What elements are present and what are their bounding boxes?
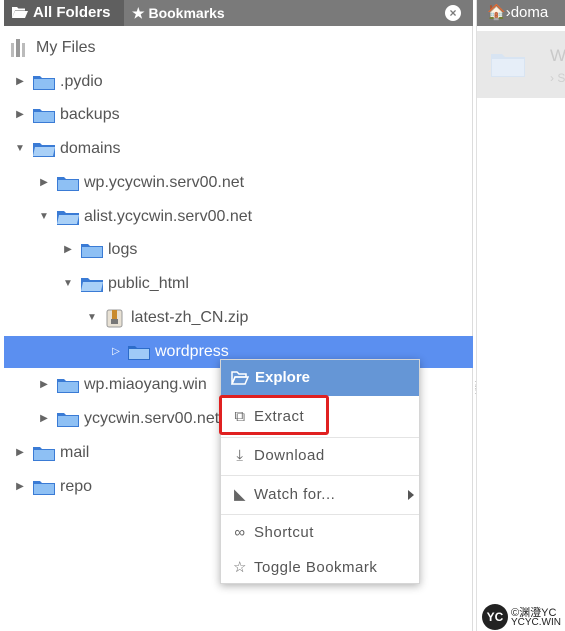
folder-icon bbox=[33, 481, 55, 495]
breadcrumb-item[interactable]: doma bbox=[511, 4, 549, 21]
context-menu-explore[interactable]: Explore bbox=[221, 360, 419, 396]
tab-bookmarks-label: Bookmarks bbox=[148, 5, 225, 21]
context-menu-toggle-bookmark[interactable]: ☆ Toggle Bookmark bbox=[221, 551, 419, 585]
caret-right-icon[interactable]: ▶ bbox=[14, 437, 26, 469]
folder-header-subtitle: › S bbox=[550, 71, 565, 85]
tree-item-label: .pydio bbox=[60, 73, 103, 90]
folder-open-icon bbox=[81, 278, 103, 292]
folder-open-icon bbox=[12, 7, 28, 18]
link-icon: ∞ bbox=[234, 524, 246, 541]
folder-icon bbox=[57, 177, 79, 191]
tab-all-folders[interactable]: All Folders bbox=[4, 0, 124, 26]
tree-item-label: alist.ycycwin.serv00.net bbox=[84, 208, 253, 225]
tree-item-label: mail bbox=[60, 444, 90, 461]
tree-item-label: My Files bbox=[36, 39, 96, 56]
tree-item-label: backups bbox=[60, 106, 120, 123]
caret-down-icon[interactable]: ▼ bbox=[38, 201, 50, 233]
tree-item-label: public_html bbox=[108, 275, 189, 292]
archive-icon bbox=[106, 309, 123, 328]
caret-right-icon[interactable]: ▶ bbox=[38, 403, 50, 435]
tree-item-label: latest-zh_CN.zip bbox=[131, 309, 249, 326]
caret-right-icon[interactable]: ▶ bbox=[62, 234, 74, 266]
tree-item-label: repo bbox=[60, 478, 93, 495]
caret-right-icon[interactable]: ▶ bbox=[38, 167, 50, 199]
menu-divider bbox=[221, 475, 419, 476]
download-icon: ⤓ bbox=[236, 447, 244, 464]
caret-right-icon[interactable]: ▶ bbox=[14, 66, 26, 98]
panel-tab-bar: All Folders ★ Bookmarks × bbox=[4, 0, 473, 26]
tree-item-label: wp.ycycwin.serv00.net bbox=[84, 174, 245, 191]
breadcrumb: 🏠›doma bbox=[477, 0, 565, 26]
tree-item-label: ycycwin.serv00.net bbox=[84, 410, 220, 427]
tree-item-logs[interactable]: ▶ logs bbox=[4, 234, 473, 266]
file-list-panel: 🏠›doma W › S bbox=[476, 0, 565, 631]
context-menu: Explore ⧉ Extract ⤓ Download ◣ Watch for...… bbox=[220, 359, 420, 584]
context-menu-watch[interactable]: ◣ Watch for... bbox=[221, 478, 419, 512]
folder-icon bbox=[33, 109, 55, 123]
context-menu-header-label: Explore bbox=[255, 369, 311, 386]
caret-right-icon[interactable]: ▶ bbox=[38, 369, 50, 401]
submenu-arrow-icon bbox=[408, 490, 414, 500]
tree-item-my-files[interactable]: My Files bbox=[4, 32, 473, 64]
folder-icon bbox=[81, 244, 103, 258]
star-outline-icon: ☆ bbox=[233, 559, 247, 576]
folder-icon bbox=[57, 413, 79, 427]
tree-item-public-html[interactable]: ▼ public_html bbox=[4, 268, 473, 300]
rss-icon: ◣ bbox=[233, 486, 247, 503]
folder-icon bbox=[57, 379, 79, 393]
tree-item-label: wordpress bbox=[155, 343, 229, 360]
menu-item-label: Watch for... bbox=[254, 486, 336, 503]
tree-item-label: wp.miaoyang.win bbox=[84, 376, 207, 393]
tree-item-label: logs bbox=[108, 241, 138, 258]
folder-icon bbox=[128, 346, 150, 360]
folder-open-icon bbox=[230, 371, 250, 385]
tree-item-label: domains bbox=[60, 140, 121, 157]
folder-icon bbox=[33, 76, 55, 90]
caret-right-icon[interactable]: ▶ bbox=[14, 471, 26, 503]
watermark-logo: YC bbox=[482, 604, 508, 630]
tree-item-pydio[interactable]: ▶ .pydio bbox=[4, 66, 473, 98]
menu-divider bbox=[221, 437, 419, 438]
caret-down-icon[interactable]: ▼ bbox=[62, 268, 74, 300]
storage-icon bbox=[11, 39, 25, 57]
tree-item-wp-ycycwin[interactable]: ▶ wp.ycycwin.serv00.net bbox=[4, 167, 473, 199]
caret-right-icon[interactable]: ▶ bbox=[14, 99, 26, 131]
tree-item-zip[interactable]: ▼ latest-zh_CN.zip bbox=[4, 302, 473, 334]
tree-item-backups[interactable]: ▶ backups bbox=[4, 99, 473, 131]
tab-all-folders-label: All Folders bbox=[33, 4, 111, 21]
star-icon: ★ bbox=[132, 5, 145, 21]
close-icon[interactable]: × bbox=[445, 5, 461, 21]
menu-item-label: Shortcut bbox=[254, 524, 314, 541]
menu-divider bbox=[221, 514, 419, 515]
caret-down-icon[interactable]: ▼ bbox=[86, 302, 98, 334]
watermark-line2: YCYC.WIN bbox=[511, 617, 561, 628]
watermark: YC ©渊澄YC YCYC.WIN bbox=[482, 602, 565, 631]
context-menu-shortcut[interactable]: ∞ Shortcut bbox=[221, 516, 419, 550]
tab-bookmarks[interactable]: ★ Bookmarks bbox=[124, 0, 254, 26]
menu-item-label: Download bbox=[254, 447, 325, 464]
app-root: All Folders ★ Bookmarks × My Files ▶ .py… bbox=[0, 0, 565, 631]
caret-down-icon[interactable]: ▼ bbox=[14, 133, 26, 165]
folder-open-icon bbox=[57, 211, 79, 225]
highlight-box bbox=[219, 395, 329, 435]
folder-open-icon bbox=[33, 143, 55, 157]
folder-header: W › S bbox=[477, 31, 565, 98]
tree-item-domains[interactable]: ▼ domains bbox=[4, 133, 473, 165]
context-menu-download[interactable]: ⤓ Download bbox=[221, 439, 419, 473]
tree-item-alist[interactable]: ▼ alist.ycycwin.serv00.net bbox=[4, 201, 473, 233]
panel-splitter[interactable]: ⋮⋮ bbox=[471, 381, 481, 403]
home-icon[interactable]: 🏠 bbox=[487, 4, 506, 21]
folder-icon bbox=[33, 447, 55, 461]
caret-right-icon[interactable]: ▷ bbox=[110, 336, 122, 368]
folder-header-title: W bbox=[550, 46, 565, 65]
folder-icon bbox=[491, 54, 525, 77]
menu-item-label: Toggle Bookmark bbox=[254, 559, 378, 576]
